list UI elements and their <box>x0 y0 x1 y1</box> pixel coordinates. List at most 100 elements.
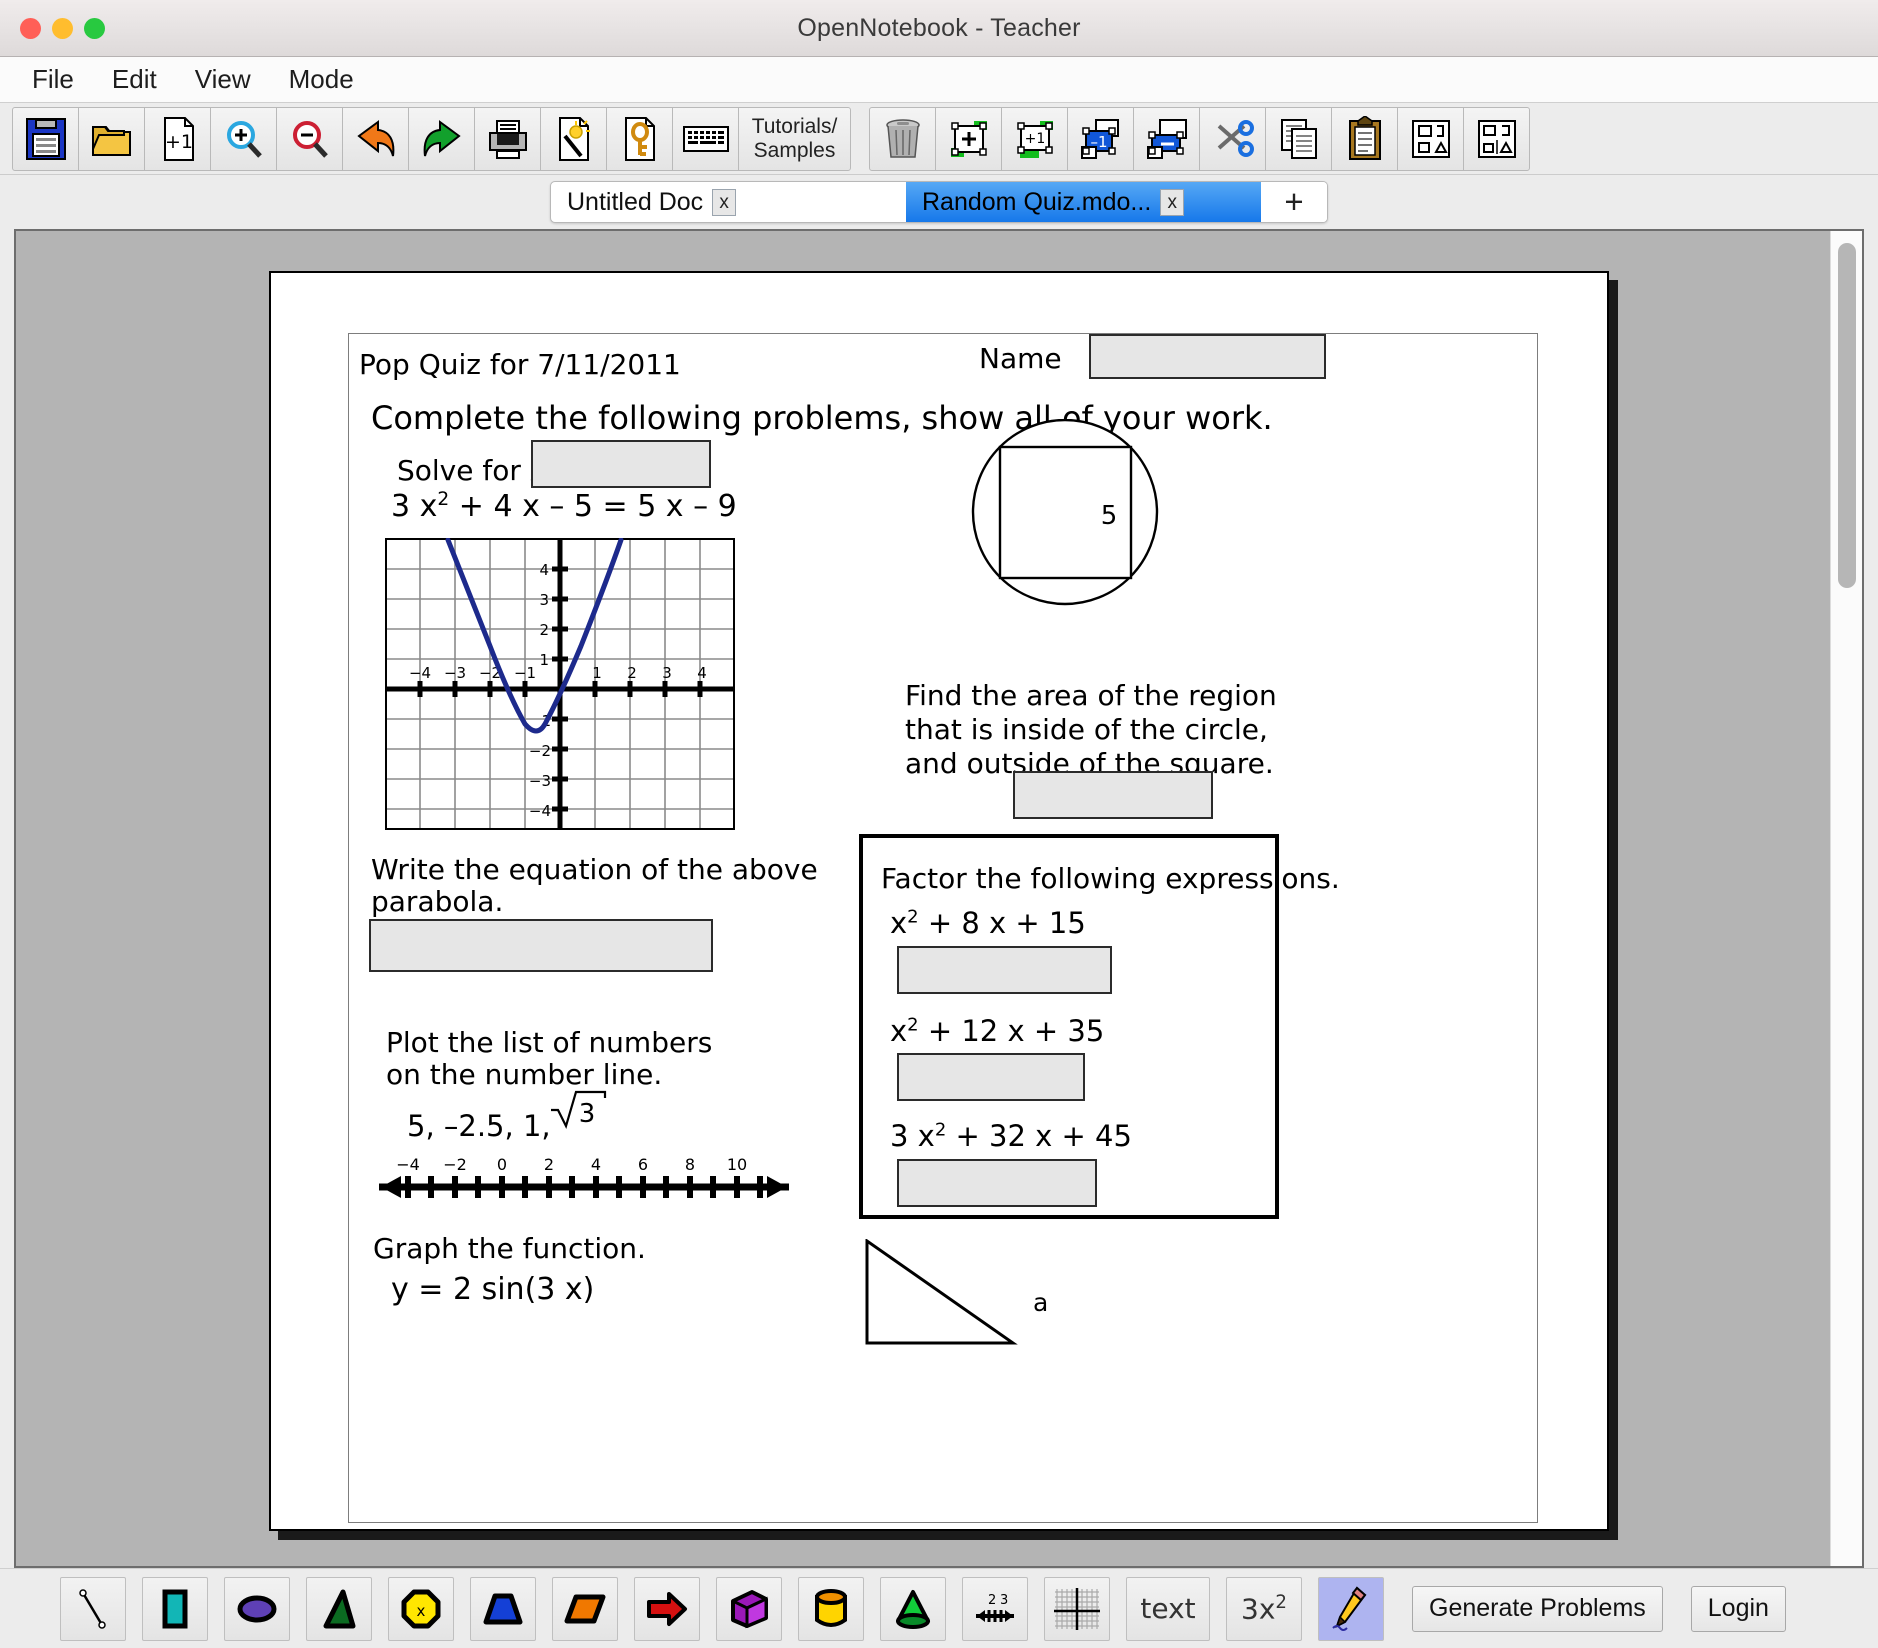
window-title: OpenNotebook - Teacher <box>797 13 1081 42</box>
svg-text:−4: −4 <box>529 802 551 820</box>
menu-edit[interactable]: Edit <box>98 62 171 97</box>
generate-page-button[interactable] <box>541 107 606 170</box>
login-button[interactable]: Login <box>1690 1585 1786 1632</box>
shape-toolbar: x 2 3 text 3x2 Generate Problems Login <box>0 1568 1878 1648</box>
cylinder-tool-button[interactable] <box>798 1576 864 1641</box>
parallelogram-tool-button[interactable] <box>552 1576 618 1641</box>
new-page-button[interactable]: +1 <box>145 107 210 170</box>
q6-expr-2: x2 + 12 x + 35 <box>890 1014 1105 1048</box>
svg-text:−1: −1 <box>514 664 536 682</box>
tutorials-samples-button[interactable]: Tutorials/Samples <box>739 107 850 170</box>
cube-tool-button[interactable] <box>716 1576 782 1641</box>
q2-answer-field[interactable] <box>369 919 713 972</box>
numberline-tool-icon: 2 3 <box>976 1593 1014 1622</box>
vertical-scrollbar[interactable] <box>1830 231 1862 1566</box>
keyboard-button[interactable] <box>673 107 738 170</box>
menu-file[interactable]: File <box>18 62 88 97</box>
arrow-tool-button[interactable] <box>634 1576 700 1641</box>
svg-text:−2: −2 <box>529 742 551 760</box>
align-button[interactable] <box>1398 107 1463 170</box>
q6-answer-field-3[interactable] <box>897 1159 1097 1207</box>
add-one-group-icon: +1 <box>1016 120 1053 158</box>
q3-prompt: Plot the list of numbers on the number l… <box>386 1026 713 1091</box>
undo-button[interactable] <box>343 107 408 170</box>
generate-problems-button[interactable]: Generate Problems <box>1412 1585 1663 1632</box>
document-canvas[interactable]: Pop Quiz for 7/11/2011 Name Complete the… <box>14 229 1864 1568</box>
save-button[interactable] <box>13 107 78 170</box>
tab-close-icon[interactable]: x <box>712 188 737 216</box>
trapezoid-tool-button[interactable] <box>470 1576 536 1641</box>
q5-answer-field[interactable] <box>1013 771 1213 819</box>
tab-close-icon[interactable]: x <box>1160 188 1185 216</box>
svg-text:2: 2 <box>544 1155 554 1174</box>
title-bar: OpenNotebook - Teacher <box>0 0 1878 57</box>
rectangle-tool-icon <box>162 1589 188 1628</box>
redo-icon <box>423 119 461 156</box>
remove-one-button[interactable]: –1 <box>1068 107 1133 170</box>
expression-tool-button[interactable]: 3x2 <box>1226 1576 1302 1641</box>
triangle-figure[interactable]: a <box>863 1238 1063 1354</box>
svg-text:−4: −4 <box>409 664 431 682</box>
distribute-button[interactable] <box>1464 107 1529 170</box>
q3-numbers: 5, –2.5, 1, <box>407 1109 551 1143</box>
pencil-tool-button[interactable] <box>1318 1576 1384 1641</box>
cone-tool-button[interactable] <box>880 1576 946 1641</box>
delete-trash-icon <box>885 118 920 158</box>
svg-text:1: 1 <box>539 651 549 669</box>
parabola-graph[interactable]: −4 −3 −2 −1 12 34 43 21 1 −2 −3 −4 <box>383 536 737 835</box>
text-tool-button[interactable]: text <box>1126 1576 1210 1641</box>
zoom-in-button[interactable] <box>211 107 276 170</box>
copy-button[interactable] <box>1266 107 1331 170</box>
answer-key-button[interactable] <box>607 107 672 170</box>
circle-square-figure[interactable]: 5 <box>969 418 1169 614</box>
q6-answer-field-1[interactable] <box>897 946 1112 994</box>
cut-button[interactable] <box>1200 107 1265 170</box>
remove-group-button[interactable] <box>1134 107 1199 170</box>
toolbar-group-file: +1 Tutorials/ Samples <box>12 106 851 171</box>
tab-strip: Untitled Doc x Random Quiz.mdo... x + <box>550 181 1328 223</box>
answer-key-icon <box>624 116 655 161</box>
q6-answer-field-2[interactable] <box>897 1053 1085 1101</box>
numberline-tool-button[interactable]: 2 3 <box>962 1576 1028 1641</box>
open-button[interactable] <box>79 107 144 170</box>
delete-button[interactable] <box>870 107 935 170</box>
line-tool-button[interactable] <box>60 1576 126 1641</box>
grid-tool-button[interactable] <box>1044 1576 1110 1641</box>
svg-text:0: 0 <box>497 1155 507 1174</box>
octagon-tool-button[interactable]: x <box>388 1576 454 1641</box>
svg-text:−4: −4 <box>396 1155 420 1174</box>
q6-expr-1: x2 + 8 x + 15 <box>890 906 1086 940</box>
expression-tool-label: 3x2 <box>1241 1591 1287 1626</box>
triangle-tool-button[interactable] <box>306 1576 372 1641</box>
main-toolbar: +1 Tutorials/ Samples +1 –1 <box>0 103 1878 175</box>
add-group-icon <box>950 120 987 157</box>
new-tab-button[interactable]: + <box>1261 182 1327 222</box>
svg-text:−3: −3 <box>529 772 551 790</box>
q1-answer-field[interactable] <box>531 440 711 488</box>
zoom-out-button[interactable] <box>277 107 342 170</box>
add-one-button[interactable]: +1 <box>1002 107 1067 170</box>
document-page[interactable]: Pop Quiz for 7/11/2011 Name Complete the… <box>269 271 1609 1531</box>
ellipse-tool-icon <box>237 1595 277 1622</box>
add-group-button[interactable] <box>936 107 1001 170</box>
svg-text:x: x <box>417 1602 426 1620</box>
number-line[interactable]: −4 −2 0 2 4 6 8 10 <box>369 1154 799 1219</box>
factor-problem-box[interactable]: Factor the following expressions. x2 + 8… <box>859 834 1340 1219</box>
paste-button[interactable] <box>1332 107 1397 170</box>
tab-label: Untitled Doc <box>567 187 704 216</box>
menu-bar: File Edit View Mode <box>0 57 1878 103</box>
ellipse-tool-button[interactable] <box>224 1576 290 1641</box>
parallelogram-tool-icon <box>564 1594 606 1623</box>
redo-button[interactable] <box>409 107 474 170</box>
menu-view[interactable]: View <box>181 62 265 97</box>
tab-random-quiz[interactable]: Random Quiz.mdo... x <box>906 182 1261 222</box>
name-answer-field[interactable] <box>1089 334 1326 379</box>
print-button[interactable] <box>475 107 540 170</box>
scrollbar-thumb[interactable] <box>1838 243 1856 588</box>
menu-mode[interactable]: Mode <box>275 62 368 97</box>
octagon-tool-icon: x <box>401 1589 441 1628</box>
svg-text:2: 2 <box>539 621 549 639</box>
rectangle-tool-button[interactable] <box>142 1576 208 1641</box>
tab-untitled-doc[interactable]: Untitled Doc x <box>551 182 906 222</box>
svg-text:6: 6 <box>638 1155 648 1174</box>
